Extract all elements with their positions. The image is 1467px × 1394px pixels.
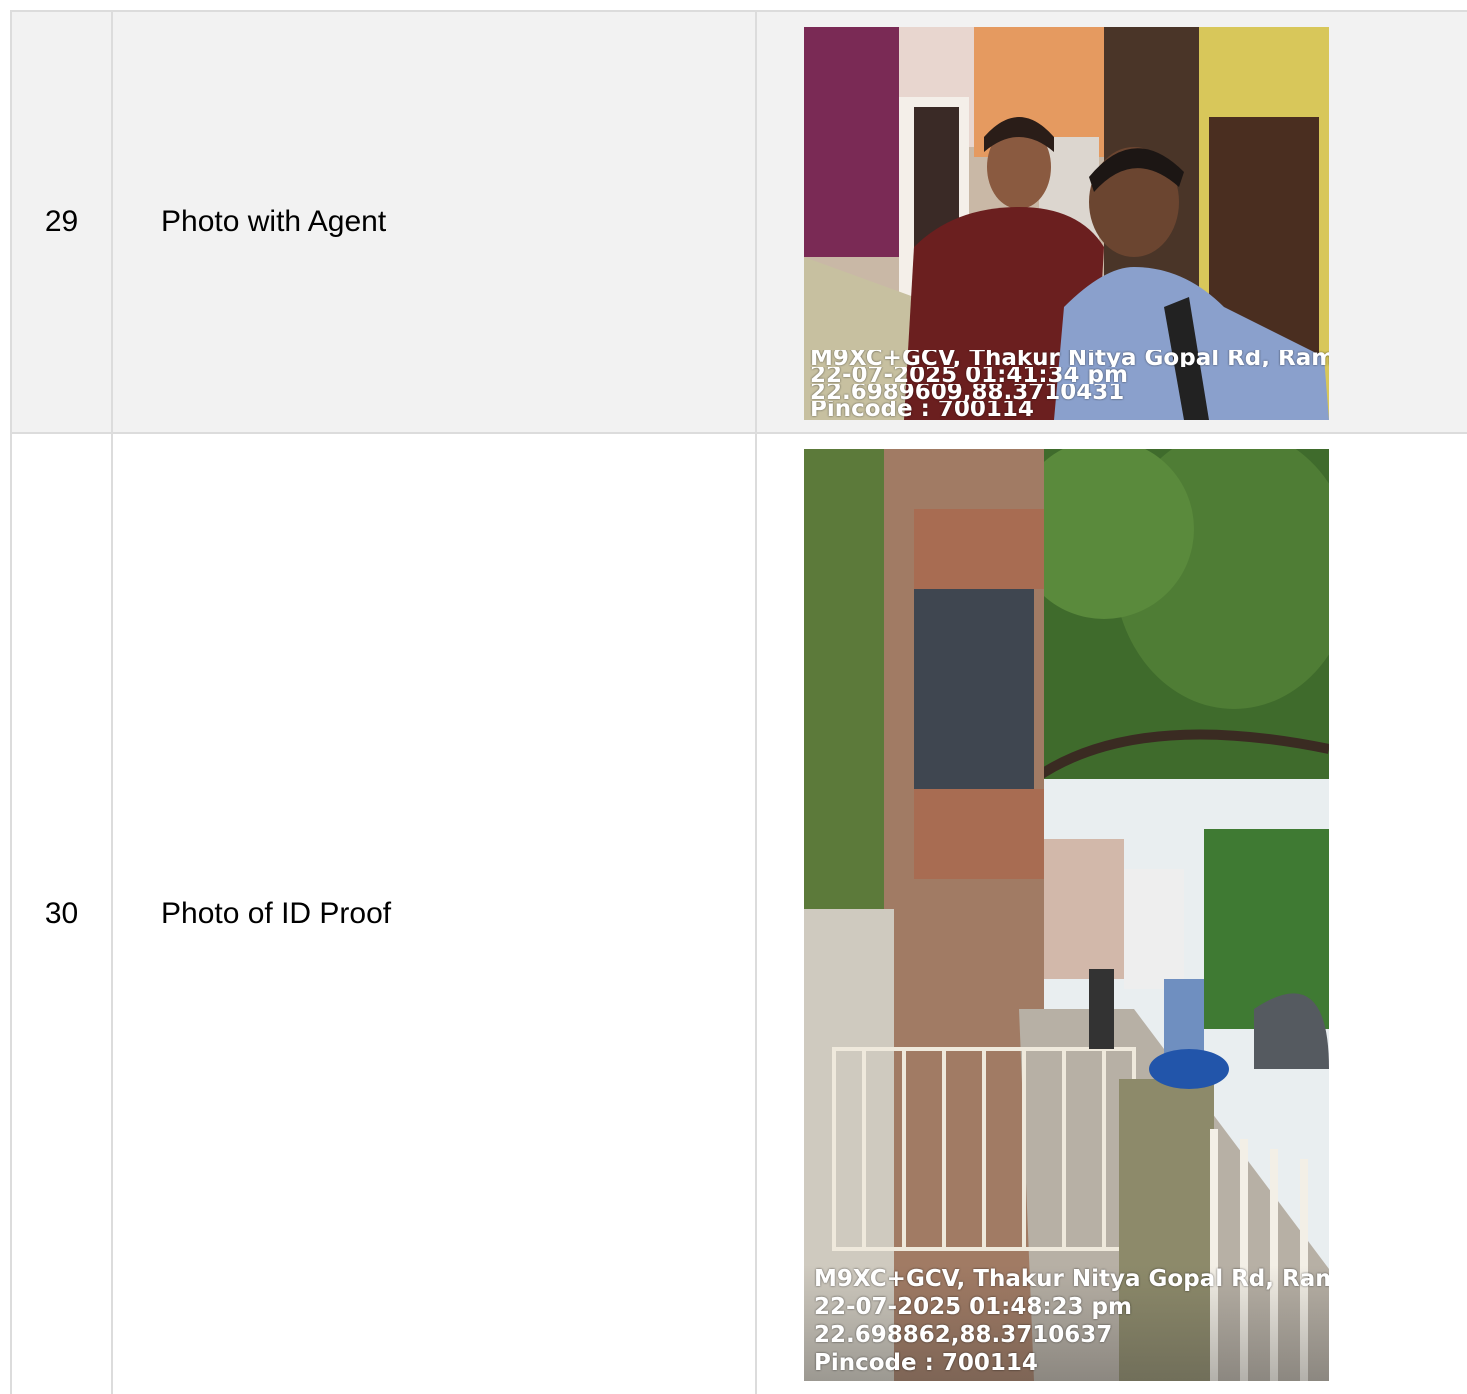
photo-stamp: M9XC+GCV, Thakur Nitya Gopal Rd, Ram 22-… (810, 350, 1329, 418)
stamp-datetime: 22-07-2025 01:41:34 pm (810, 367, 1128, 384)
stamp-address: M9XC+GCV, Thakur Nitya Gopal Rd, Ram (814, 1266, 1329, 1292)
row-label: Photo with Agent (111, 12, 755, 432)
photo-cell: M9XC+GCV, Thakur Nitya Gopal Rd, Ram 22-… (755, 434, 1467, 1394)
row-number: 29 (10, 12, 111, 432)
stamp-pincode: Pincode : 700114 (810, 401, 1034, 418)
id-proof-photo-image (804, 449, 1329, 1381)
stamp-pincode: Pincode : 700114 (814, 1350, 1038, 1376)
agent-photo[interactable]: M9XC+GCV, Thakur Nitya Gopal Rd, Ram 22-… (804, 27, 1329, 420)
photo-table: 29 Photo with Agent M9XC+GCV, Thakur Nit… (10, 10, 1467, 1394)
stamp-datetime: 22-07-2025 01:48:23 pm (814, 1294, 1132, 1320)
table-row: 30 Photo of ID Proof M9XC+GCV, Thakur Ni… (10, 432, 1467, 1394)
photo-cell: M9XC+GCV, Thakur Nitya Gopal Rd, Ram 22-… (755, 12, 1467, 432)
row-label: Photo of ID Proof (111, 434, 755, 1394)
stamp-coords: 22.6989609,88.3710431 (810, 384, 1125, 401)
stamp-address: M9XC+GCV, Thakur Nitya Gopal Rd, Ram (810, 350, 1329, 367)
stamp-coords: 22.698862,88.3710637 (814, 1322, 1113, 1348)
row-number: 30 (10, 434, 111, 1394)
id-proof-photo[interactable]: M9XC+GCV, Thakur Nitya Gopal Rd, Ram 22-… (804, 449, 1329, 1381)
table-row: 29 Photo with Agent M9XC+GCV, Thakur Nit… (10, 10, 1467, 432)
photo-stamp: M9XC+GCV, Thakur Nitya Gopal Rd, Ram 22-… (804, 1265, 1329, 1381)
